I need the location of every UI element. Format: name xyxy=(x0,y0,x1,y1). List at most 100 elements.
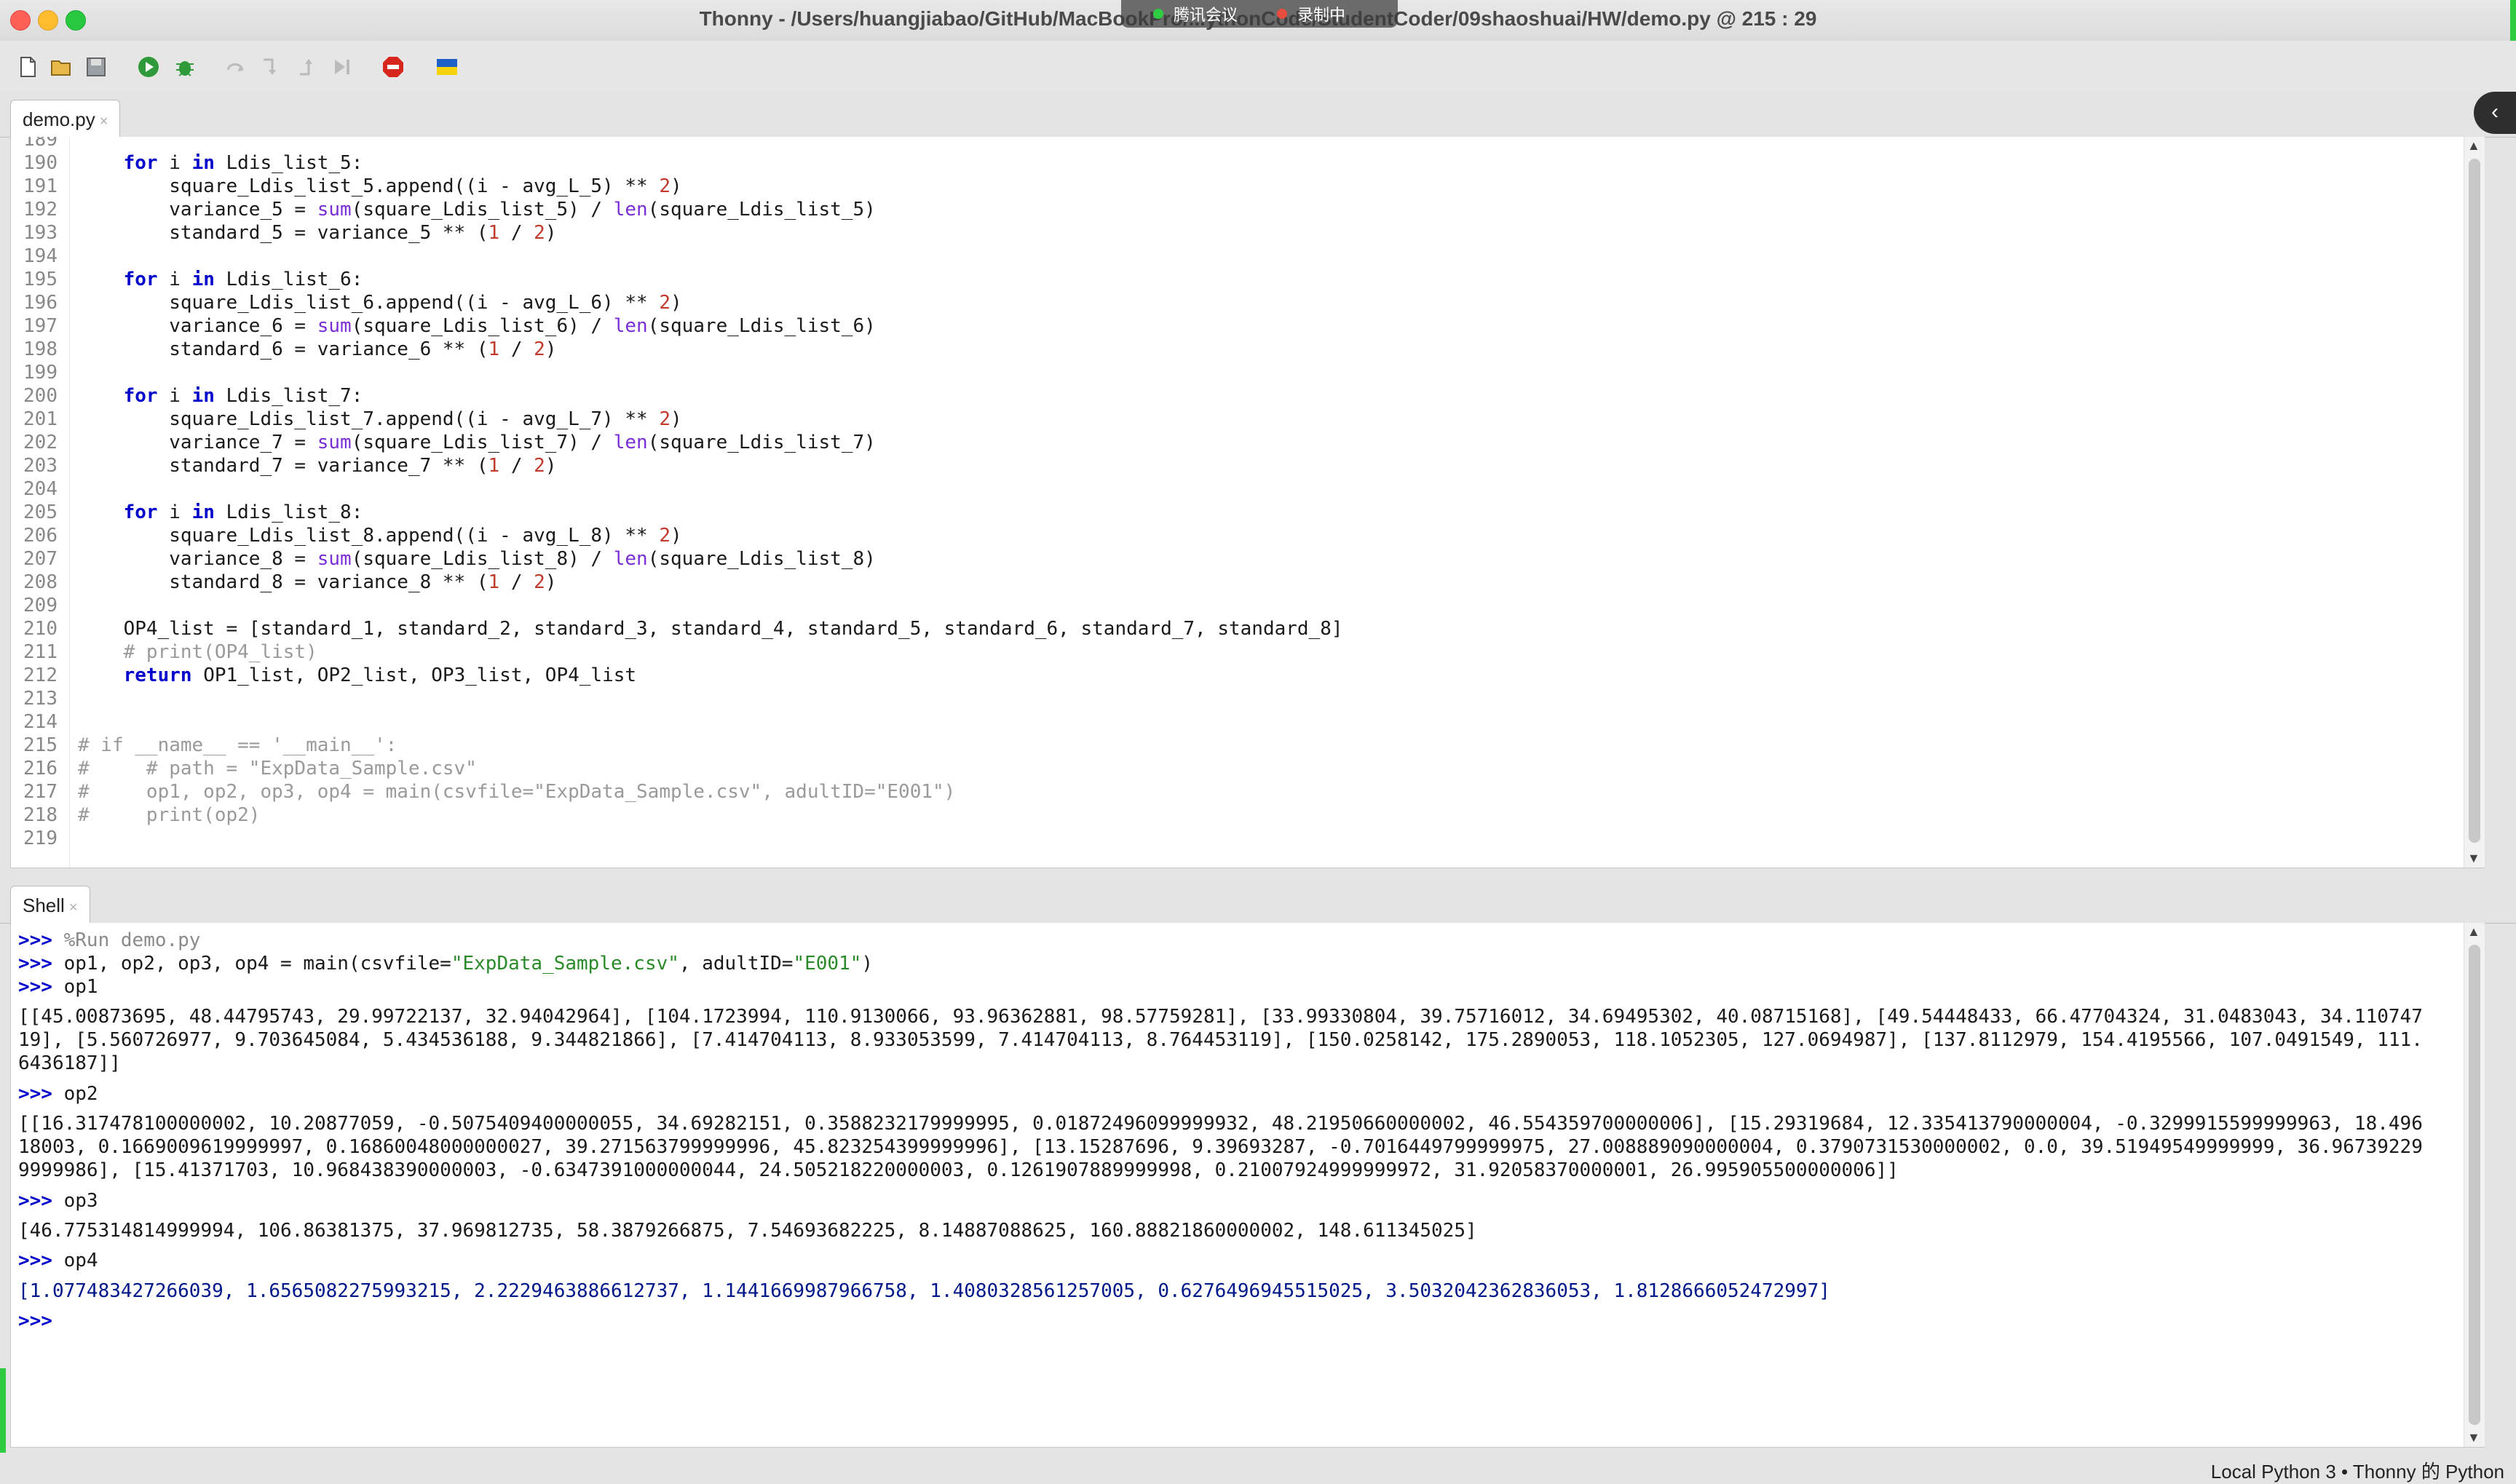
line-number: 195 xyxy=(23,269,58,290)
collapse-panel-button[interactable]: ‹ xyxy=(2474,92,2516,134)
meeting-status-icon xyxy=(1153,9,1163,19)
run-icon[interactable] xyxy=(137,55,160,79)
editor-scroll-thumb[interactable] xyxy=(2469,159,2480,843)
shell-output-line: [46.775314814999994, 106.86381375, 37.96… xyxy=(18,1220,1477,1242)
shell-input-line: >>> op4 xyxy=(18,1250,98,1272)
line-number: 192 xyxy=(23,199,58,221)
line-number: 193 xyxy=(23,222,58,244)
shell-console[interactable]: >>> %Run demo.py >>> op1, op2, op3, op4 =… xyxy=(10,923,2485,1448)
tab-close-icon[interactable]: × xyxy=(100,114,108,130)
shell-output-line: [[45.00873695, 48.44795743, 29.99722137,… xyxy=(18,1006,2423,1028)
shell-scrollbar[interactable]: ▲ ▼ xyxy=(2464,923,2485,1447)
code-line[interactable]: OP4_list = [standard_1, standard_2, stan… xyxy=(78,617,1343,640)
editor-scrollbar[interactable]: ▲ ▼ xyxy=(2464,137,2485,868)
open-file-icon[interactable] xyxy=(50,55,73,79)
line-number: 202 xyxy=(23,432,58,453)
toolbar xyxy=(0,41,2516,92)
recording-label: 录制中 xyxy=(1297,6,1346,24)
shell-tab-close-icon[interactable]: × xyxy=(69,900,78,916)
line-number: 206 xyxy=(23,525,58,547)
line-number: 212 xyxy=(23,664,58,686)
code-line[interactable]: square_Ldis_list_7.append((i - avg_L_7) … xyxy=(78,408,681,431)
line-number: 197 xyxy=(23,315,58,337)
shell-tab-label: Shell xyxy=(23,894,65,916)
code-editor[interactable]: 189 190 for i in Ldis_list_5: 191 square_L… xyxy=(10,137,2485,868)
code-line[interactable]: standard_7 = variance_7 ** (1 / 2) xyxy=(78,454,556,477)
line-number: 216 xyxy=(23,758,58,779)
meeting-overlay[interactable]: 腾讯会议 录制中 xyxy=(1121,0,1398,28)
shell-input-line: >>> op1, op2, op3, op4 = main(csvfile="E… xyxy=(18,953,874,975)
line-number: 213 xyxy=(23,688,58,710)
line-number: 205 xyxy=(23,501,58,523)
code-line[interactable]: # print(op2) xyxy=(78,803,260,827)
code-line[interactable]: variance_5 = sum(square_Ldis_list_5) / l… xyxy=(78,198,876,221)
shell-input-line: >>> xyxy=(18,1310,64,1333)
line-number: 217 xyxy=(23,781,58,803)
code-line[interactable]: standard_8 = variance_8 ** (1 / 2) xyxy=(78,571,556,594)
screen-share-indicator-left xyxy=(0,1368,6,1456)
shell-output-line: [1.077483427266039, 1.6565082275993215, … xyxy=(18,1279,1830,1302)
line-number: 191 xyxy=(23,175,58,197)
line-number: 200 xyxy=(23,385,58,407)
code-line[interactable]: variance_7 = sum(square_Ldis_list_7) / l… xyxy=(78,431,876,454)
code-line[interactable]: for i in Ldis_list_7: xyxy=(78,384,363,408)
code-line[interactable]: # print(OP4_list) xyxy=(78,640,317,664)
line-number: 190 xyxy=(23,152,58,174)
tab-label: demo.py xyxy=(23,108,95,130)
line-number: 199 xyxy=(23,362,58,384)
shell-output-line: 6436187]] xyxy=(18,1052,121,1075)
line-number: 209 xyxy=(23,595,58,616)
editor-tab-bar: demo.py × xyxy=(0,92,2516,138)
code-line[interactable]: square_Ldis_list_5.append((i - avg_L_5) … xyxy=(78,175,681,198)
step-out-icon[interactable] xyxy=(296,55,319,79)
code-line[interactable]: variance_6 = sum(square_Ldis_list_6) / l… xyxy=(78,314,876,338)
shell-tab-bar: Shell × xyxy=(0,878,2516,924)
shell-scroll-thumb[interactable] xyxy=(2469,945,2480,1425)
line-number: 215 xyxy=(23,734,58,756)
code-line[interactable]: for i in Ldis_list_8: xyxy=(78,501,363,524)
code-line[interactable]: for i in Ldis_list_5: xyxy=(78,151,363,175)
scroll-down-icon[interactable]: ▼ xyxy=(2467,851,2480,866)
line-number: 219 xyxy=(23,828,58,849)
line-number: 207 xyxy=(23,548,58,570)
line-number: 208 xyxy=(23,571,58,593)
code-line[interactable]: standard_6 = variance_6 ** (1 / 2) xyxy=(78,338,556,361)
code-line[interactable]: standard_5 = variance_5 ** (1 / 2) xyxy=(78,221,556,245)
code-line[interactable]: # if __name__ == '__main__': xyxy=(78,734,397,757)
shell-scroll-up-icon[interactable]: ▲ xyxy=(2467,924,2480,940)
ukraine-flag-icon[interactable] xyxy=(435,55,459,79)
code-line[interactable]: square_Ldis_list_8.append((i - avg_L_8) … xyxy=(78,524,681,547)
shell-input-line: >>> %Run demo.py xyxy=(18,929,201,951)
shell-output-line: 18003, 0.1669009619999997, 0.16860048000… xyxy=(18,1136,2423,1159)
stop-icon[interactable] xyxy=(381,55,405,79)
code-line[interactable]: # op1, op2, op3, op4 = main(csvfile="Exp… xyxy=(78,780,955,803)
interpreter-status[interactable]: Local Python 3 • Thonny 的 Python xyxy=(2211,1457,2504,1484)
tab-demo-py[interactable]: demo.py × xyxy=(10,100,121,138)
line-number: 218 xyxy=(23,804,58,826)
resume-icon[interactable] xyxy=(331,55,354,79)
shell-input-line: >>> op3 xyxy=(18,1189,98,1212)
code-line[interactable]: for i in Ldis_list_6: xyxy=(78,268,363,291)
shell-scroll-down-icon[interactable]: ▼ xyxy=(2467,1430,2480,1445)
line-number: 211 xyxy=(23,641,58,663)
line-number: 204 xyxy=(23,478,58,500)
save-icon[interactable] xyxy=(84,55,108,79)
line-number: 189 xyxy=(23,137,58,151)
new-file-icon[interactable] xyxy=(16,55,39,79)
code-line[interactable]: return OP1_list, OP2_list, OP3_list, OP4… xyxy=(78,664,636,687)
step-over-icon[interactable] xyxy=(224,55,248,79)
shell-output-line: [[16.317478100000002, 10.20877059, -0.50… xyxy=(18,1113,2423,1135)
debug-icon[interactable] xyxy=(173,55,197,79)
code-line[interactable]: square_Ldis_list_6.append((i - avg_L_6) … xyxy=(78,291,681,314)
line-number: 203 xyxy=(23,455,58,477)
code-line[interactable]: # # path = "ExpData_Sample.csv" xyxy=(78,757,477,780)
line-number: 198 xyxy=(23,338,58,360)
tab-shell[interactable]: Shell × xyxy=(10,886,90,924)
line-number: 210 xyxy=(23,618,58,640)
step-into-icon[interactable] xyxy=(259,55,282,79)
code-line[interactable]: variance_8 = sum(square_Ldis_list_8) / l… xyxy=(78,547,876,571)
shell-output-line: 19], [5.560726977, 9.703645084, 5.434536… xyxy=(18,1029,2423,1052)
scroll-up-icon[interactable]: ▲ xyxy=(2467,138,2480,154)
line-number: 201 xyxy=(23,408,58,430)
meeting-label: 腾讯会议 xyxy=(1174,6,1238,24)
